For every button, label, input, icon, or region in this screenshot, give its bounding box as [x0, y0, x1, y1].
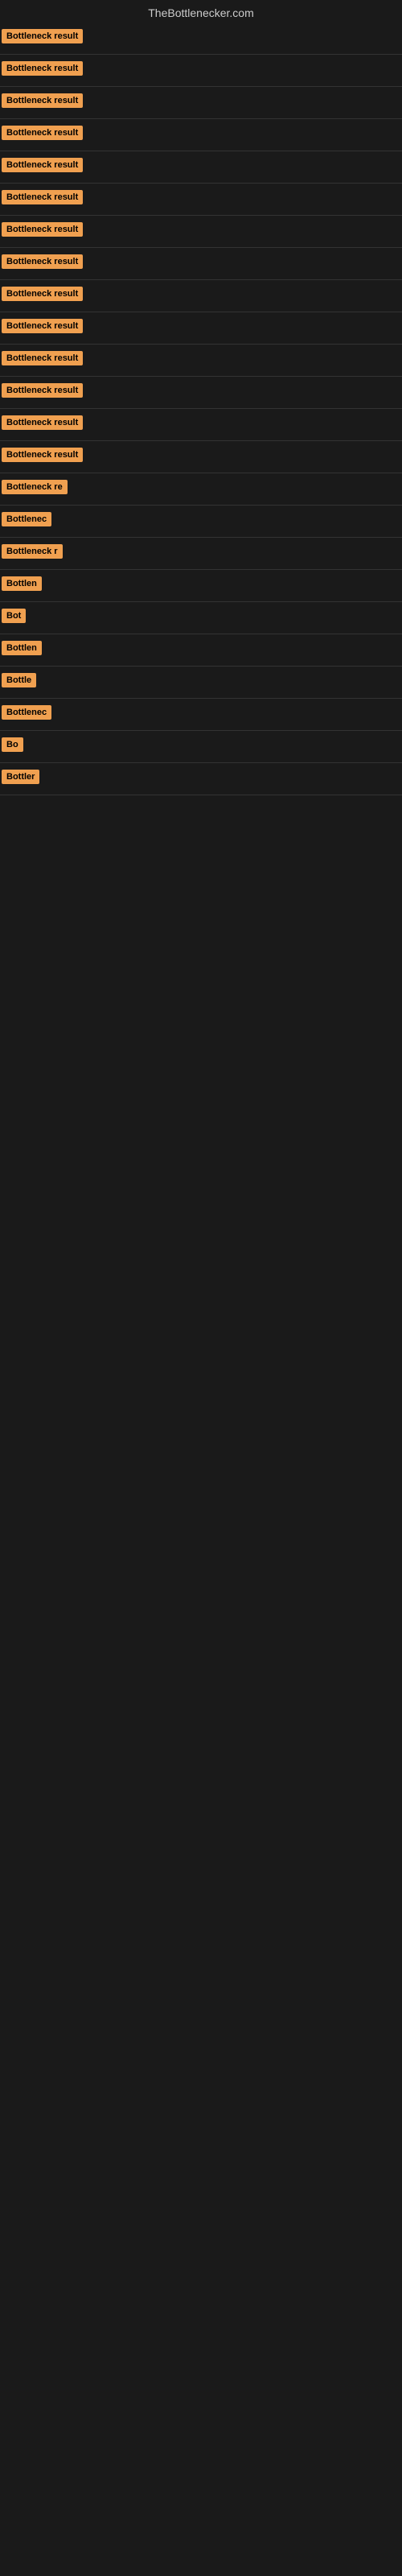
bottleneck-badge[interactable]: Bottleneck result	[2, 222, 83, 237]
bottleneck-badge[interactable]: Bottleneck result	[2, 287, 83, 301]
list-item: Bottleneck result	[0, 377, 402, 409]
site-title: TheBottlenecker.com	[148, 6, 254, 19]
list-item: Bottlenec	[0, 699, 402, 731]
list-item: Bottleneck result	[0, 312, 402, 345]
bottleneck-badge[interactable]: Bottlenec	[2, 705, 51, 720]
list-item: Bottlenec	[0, 506, 402, 538]
list-item: Bo	[0, 731, 402, 763]
bottleneck-items-container: Bottleneck result Bottleneck result Bottle…	[0, 23, 402, 795]
bottleneck-badge[interactable]: Bottlen	[2, 576, 42, 591]
list-item: Bot	[0, 602, 402, 634]
bottleneck-badge[interactable]: Bottle	[2, 673, 36, 687]
list-item: Bottleneck result	[0, 409, 402, 441]
bottleneck-badge[interactable]: Bottleneck result	[2, 351, 83, 365]
bottleneck-badge[interactable]: Bot	[2, 609, 26, 623]
bottleneck-badge[interactable]: Bottler	[2, 770, 39, 784]
list-item: Bottlen	[0, 570, 402, 602]
list-item: Bottleneck result	[0, 23, 402, 55]
bottleneck-badge[interactable]: Bottleneck result	[2, 190, 83, 204]
list-item: Bottleneck r	[0, 538, 402, 570]
bottleneck-badge[interactable]: Bottleneck result	[2, 415, 83, 430]
bottleneck-badge[interactable]: Bottleneck result	[2, 383, 83, 398]
page-wrapper: TheBottlenecker.com Bottleneck resultBot…	[0, 0, 402, 795]
list-item: Bottleneck result	[0, 345, 402, 377]
list-item: Bottleneck re	[0, 473, 402, 506]
list-item: Bottleneck result	[0, 441, 402, 473]
list-item: Bottleneck result	[0, 151, 402, 184]
list-item: Bottleneck result	[0, 55, 402, 87]
list-item: Bottleneck result	[0, 248, 402, 280]
bottleneck-badge[interactable]: Bottleneck result	[2, 61, 83, 76]
bottleneck-badge[interactable]: Bottleneck result	[2, 158, 83, 172]
bottleneck-badge[interactable]: Bottleneck re	[2, 480, 68, 494]
list-item: Bottleneck result	[0, 280, 402, 312]
bottleneck-badge[interactable]: Bo	[2, 737, 23, 752]
bottleneck-badge[interactable]: Bottleneck result	[2, 126, 83, 140]
site-header: TheBottlenecker.com	[0, 0, 402, 23]
list-item: Bottleneck result	[0, 87, 402, 119]
list-item: Bottler	[0, 763, 402, 795]
list-item: Bottle	[0, 667, 402, 699]
bottleneck-badge[interactable]: Bottleneck result	[2, 448, 83, 462]
bottleneck-badge[interactable]: Bottlenec	[2, 512, 51, 526]
bottleneck-badge[interactable]: Bottleneck r	[2, 544, 63, 559]
list-item: Bottlen	[0, 634, 402, 667]
list-item: Bottleneck result	[0, 119, 402, 151]
bottleneck-badge[interactable]: Bottleneck result	[2, 254, 83, 269]
bottleneck-badge[interactable]: Bottleneck result	[2, 319, 83, 333]
bottleneck-badge[interactable]: Bottleneck result	[2, 93, 83, 108]
bottleneck-badge[interactable]: Bottleneck result	[2, 29, 83, 43]
bottleneck-badge[interactable]: Bottlen	[2, 641, 42, 655]
list-item: Bottleneck result	[0, 216, 402, 248]
list-item: Bottleneck result	[0, 184, 402, 216]
